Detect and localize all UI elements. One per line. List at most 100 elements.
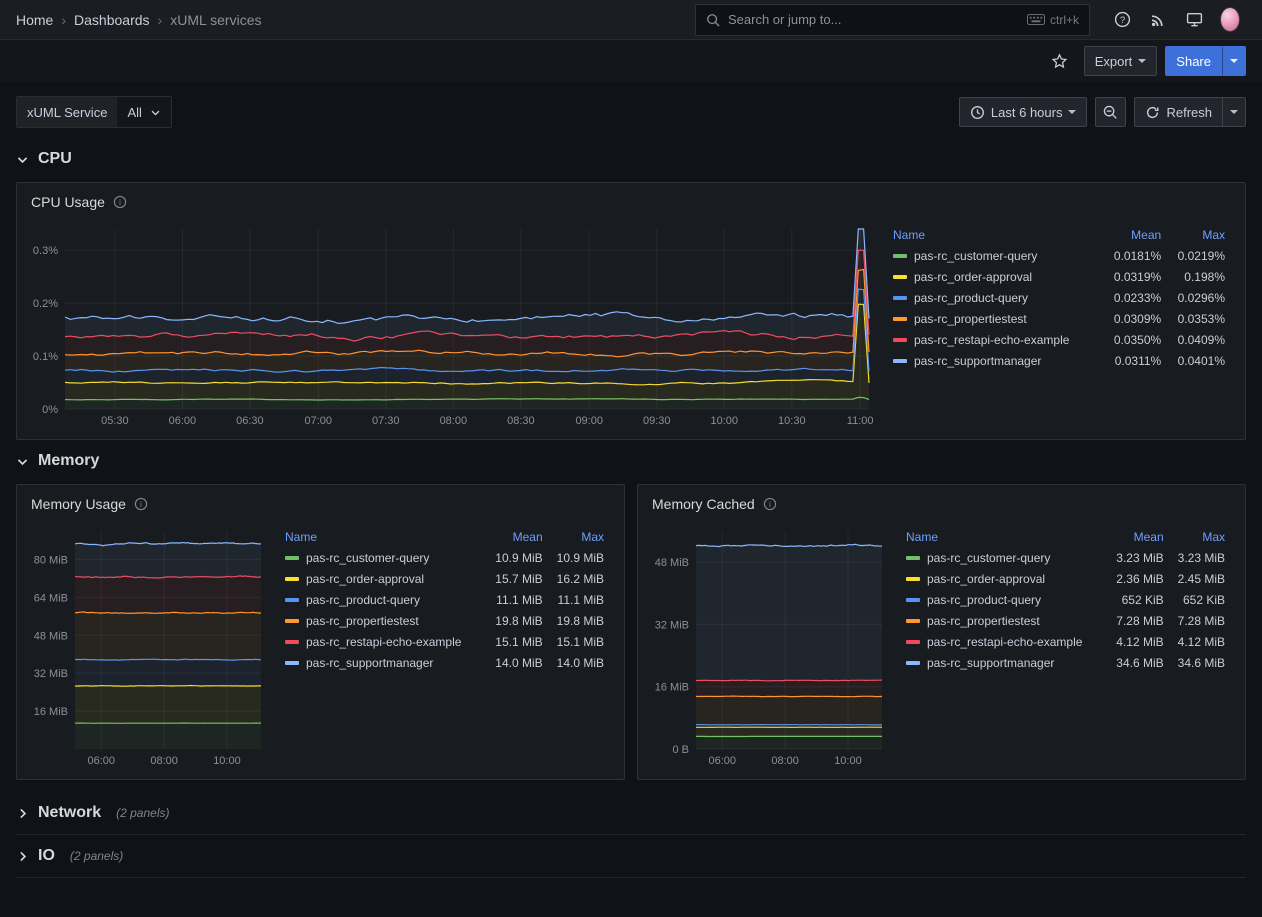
legend-row: pas-rc_restapi-echo-example 15.1 MiB15.1 … — [281, 631, 608, 652]
panel-header[interactable]: Memory Cached i — [638, 485, 1245, 523]
svg-text:09:30: 09:30 — [643, 415, 671, 427]
breadcrumb-separator: › — [61, 12, 66, 28]
memory-usage-chart[interactable]: 06:0008:0010:0016 MiB32 MiB48 MiB64 MiB8… — [25, 523, 271, 769]
share-split-button: Share — [1165, 46, 1246, 76]
star-dashboard-button[interactable] — [1044, 45, 1076, 77]
series-name[interactable]: pas-rc_product-query — [914, 291, 1028, 305]
legend-header-max[interactable]: Max — [1165, 225, 1229, 245]
top-navbar: Home › Dashboards › xUML services Search… — [0, 0, 1262, 40]
legend-row: pas-rc_product-query652 KiB652 KiB — [902, 589, 1229, 610]
legend-header-name[interactable]: Name — [889, 225, 1101, 245]
legend-header-name[interactable]: Name — [281, 527, 485, 547]
series-name[interactable]: pas-rc_supportmanager — [927, 656, 1054, 670]
section-cpu[interactable]: CPU — [16, 144, 1246, 174]
legend-header-mean[interactable]: Mean — [1106, 527, 1167, 547]
memory-cached-chart[interactable]: 06:0008:0010:000 B16 MiB32 MiB48 MiB — [646, 523, 892, 769]
legend-header-mean[interactable]: Mean — [485, 527, 546, 547]
kiosk-mode-button[interactable] — [1178, 4, 1210, 36]
series-mean-value: 0.0181% — [1101, 245, 1165, 266]
breadcrumb-dashboards[interactable]: Dashboards — [74, 12, 150, 28]
variable-filter-xuml-service[interactable]: xUML Service All — [16, 96, 172, 128]
panel-header[interactable]: CPU Usage i — [17, 183, 1245, 221]
chevron-right-icon — [16, 850, 29, 863]
legend-row: pas-rc_product-query0.0233%0.0296% — [889, 287, 1229, 308]
info-icon[interactable]: i — [134, 497, 148, 511]
star-icon — [1051, 53, 1068, 70]
refresh-label: Refresh — [1166, 105, 1212, 120]
section-panels-count: (2 panels) — [70, 849, 123, 863]
panel-memory-usage: Memory Usage i 06:0008:0010:0016 MiB32 M… — [16, 484, 625, 780]
info-icon[interactable]: i — [763, 497, 777, 511]
series-mean-value: 2.36 MiB — [1106, 568, 1167, 589]
series-name[interactable]: pas-rc_supportmanager — [306, 656, 433, 670]
svg-text:32 MiB: 32 MiB — [655, 619, 689, 631]
series-name[interactable]: pas-rc_restapi-echo-example — [306, 635, 461, 649]
series-name[interactable]: pas-rc_restapi-echo-example — [914, 333, 1069, 347]
dashboard-toolbar: Export Share — [0, 40, 1262, 82]
series-name[interactable]: pas-rc_restapi-echo-example — [927, 635, 1082, 649]
series-name[interactable]: pas-rc_product-query — [306, 593, 420, 607]
series-name[interactable]: pas-rc_order-approval — [914, 270, 1032, 284]
section-network[interactable]: Network (2 panels) — [16, 798, 1246, 835]
section-io[interactable]: IO (2 panels) — [16, 841, 1246, 878]
series-name[interactable]: pas-rc_order-approval — [927, 572, 1045, 586]
time-controls: Last 6 hours Refresh — [959, 97, 1246, 127]
section-memory[interactable]: Memory — [16, 446, 1246, 476]
series-mean-value: 19.8 MiB — [485, 610, 546, 631]
variable-value-dropdown[interactable]: All — [117, 97, 170, 127]
section-title: IO — [38, 847, 55, 865]
series-mean-value: 0.0319% — [1101, 266, 1165, 287]
refresh-button[interactable]: Refresh — [1134, 97, 1223, 127]
search-input[interactable]: Search or jump to... ctrl+k — [695, 4, 1090, 36]
navbar-icons: ? — [1106, 4, 1246, 36]
time-range-label: Last 6 hours — [991, 105, 1063, 120]
series-max-value: 15.1 MiB — [547, 631, 608, 652]
cpu-usage-chart[interactable]: 05:3006:0006:3007:0007:3008:0008:3009:00… — [25, 221, 879, 429]
rss-icon — [1150, 12, 1166, 28]
svg-text:?: ? — [1119, 15, 1124, 26]
legend-header-name[interactable]: Name — [902, 527, 1106, 547]
series-max-value: 16.2 MiB — [547, 568, 608, 589]
legend-header-max[interactable]: Max — [1168, 527, 1229, 547]
series-name[interactable]: pas-rc_customer-query — [927, 551, 1050, 565]
series-color-swatch — [893, 359, 907, 363]
share-button[interactable]: Share — [1165, 46, 1222, 76]
series-mean-value: 0.0309% — [1101, 308, 1165, 329]
legend-header-mean[interactable]: Mean — [1101, 225, 1165, 245]
share-menu-button[interactable] — [1222, 46, 1246, 76]
series-name[interactable]: pas-rc_product-query — [927, 593, 1041, 607]
breadcrumb-home[interactable]: Home — [16, 12, 53, 28]
help-button[interactable]: ? — [1106, 4, 1138, 36]
refresh-interval-button[interactable] — [1223, 97, 1246, 127]
chevron-down-icon — [150, 107, 161, 118]
series-name[interactable]: pas-rc_customer-query — [306, 551, 429, 565]
news-button[interactable] — [1142, 4, 1174, 36]
series-name[interactable]: pas-rc_order-approval — [306, 572, 424, 586]
series-mean-value: 15.1 MiB — [485, 631, 546, 652]
legend: NameMeanMaxpas-rc_customer-query3.23 MiB… — [892, 523, 1235, 769]
panel-header[interactable]: Memory Usage i — [17, 485, 624, 523]
time-range-picker[interactable]: Last 6 hours — [959, 97, 1088, 127]
legend-table: NameMeanMaxpas-rc_customer-query10.9 MiB… — [281, 527, 608, 673]
series-color-swatch — [285, 598, 299, 602]
export-button[interactable]: Export — [1084, 46, 1158, 76]
series-name[interactable]: pas-rc_supportmanager — [914, 354, 1041, 368]
svg-text:10:00: 10:00 — [711, 415, 739, 427]
share-label: Share — [1176, 54, 1211, 69]
series-name[interactable]: pas-rc_propertiestest — [306, 614, 419, 628]
profile-button[interactable] — [1214, 4, 1246, 36]
series-name[interactable]: pas-rc_propertiestest — [914, 312, 1027, 326]
info-icon[interactable]: i — [113, 195, 127, 209]
svg-text:80 MiB: 80 MiB — [34, 554, 68, 566]
svg-text:11:00: 11:00 — [847, 415, 874, 427]
series-mean-value: 0.0233% — [1101, 287, 1165, 308]
chevron-down-icon — [1230, 59, 1238, 63]
series-mean-value: 0.0350% — [1101, 329, 1165, 350]
legend-row: pas-rc_order-approval0.0319%0.198% — [889, 266, 1229, 287]
series-name[interactable]: pas-rc_propertiestest — [927, 614, 1040, 628]
monitor-icon — [1186, 11, 1203, 28]
zoom-out-time-button[interactable] — [1095, 97, 1126, 127]
series-name[interactable]: pas-rc_customer-query — [914, 249, 1037, 263]
legend-header-max[interactable]: Max — [547, 527, 608, 547]
svg-text:06:00: 06:00 — [169, 415, 197, 427]
